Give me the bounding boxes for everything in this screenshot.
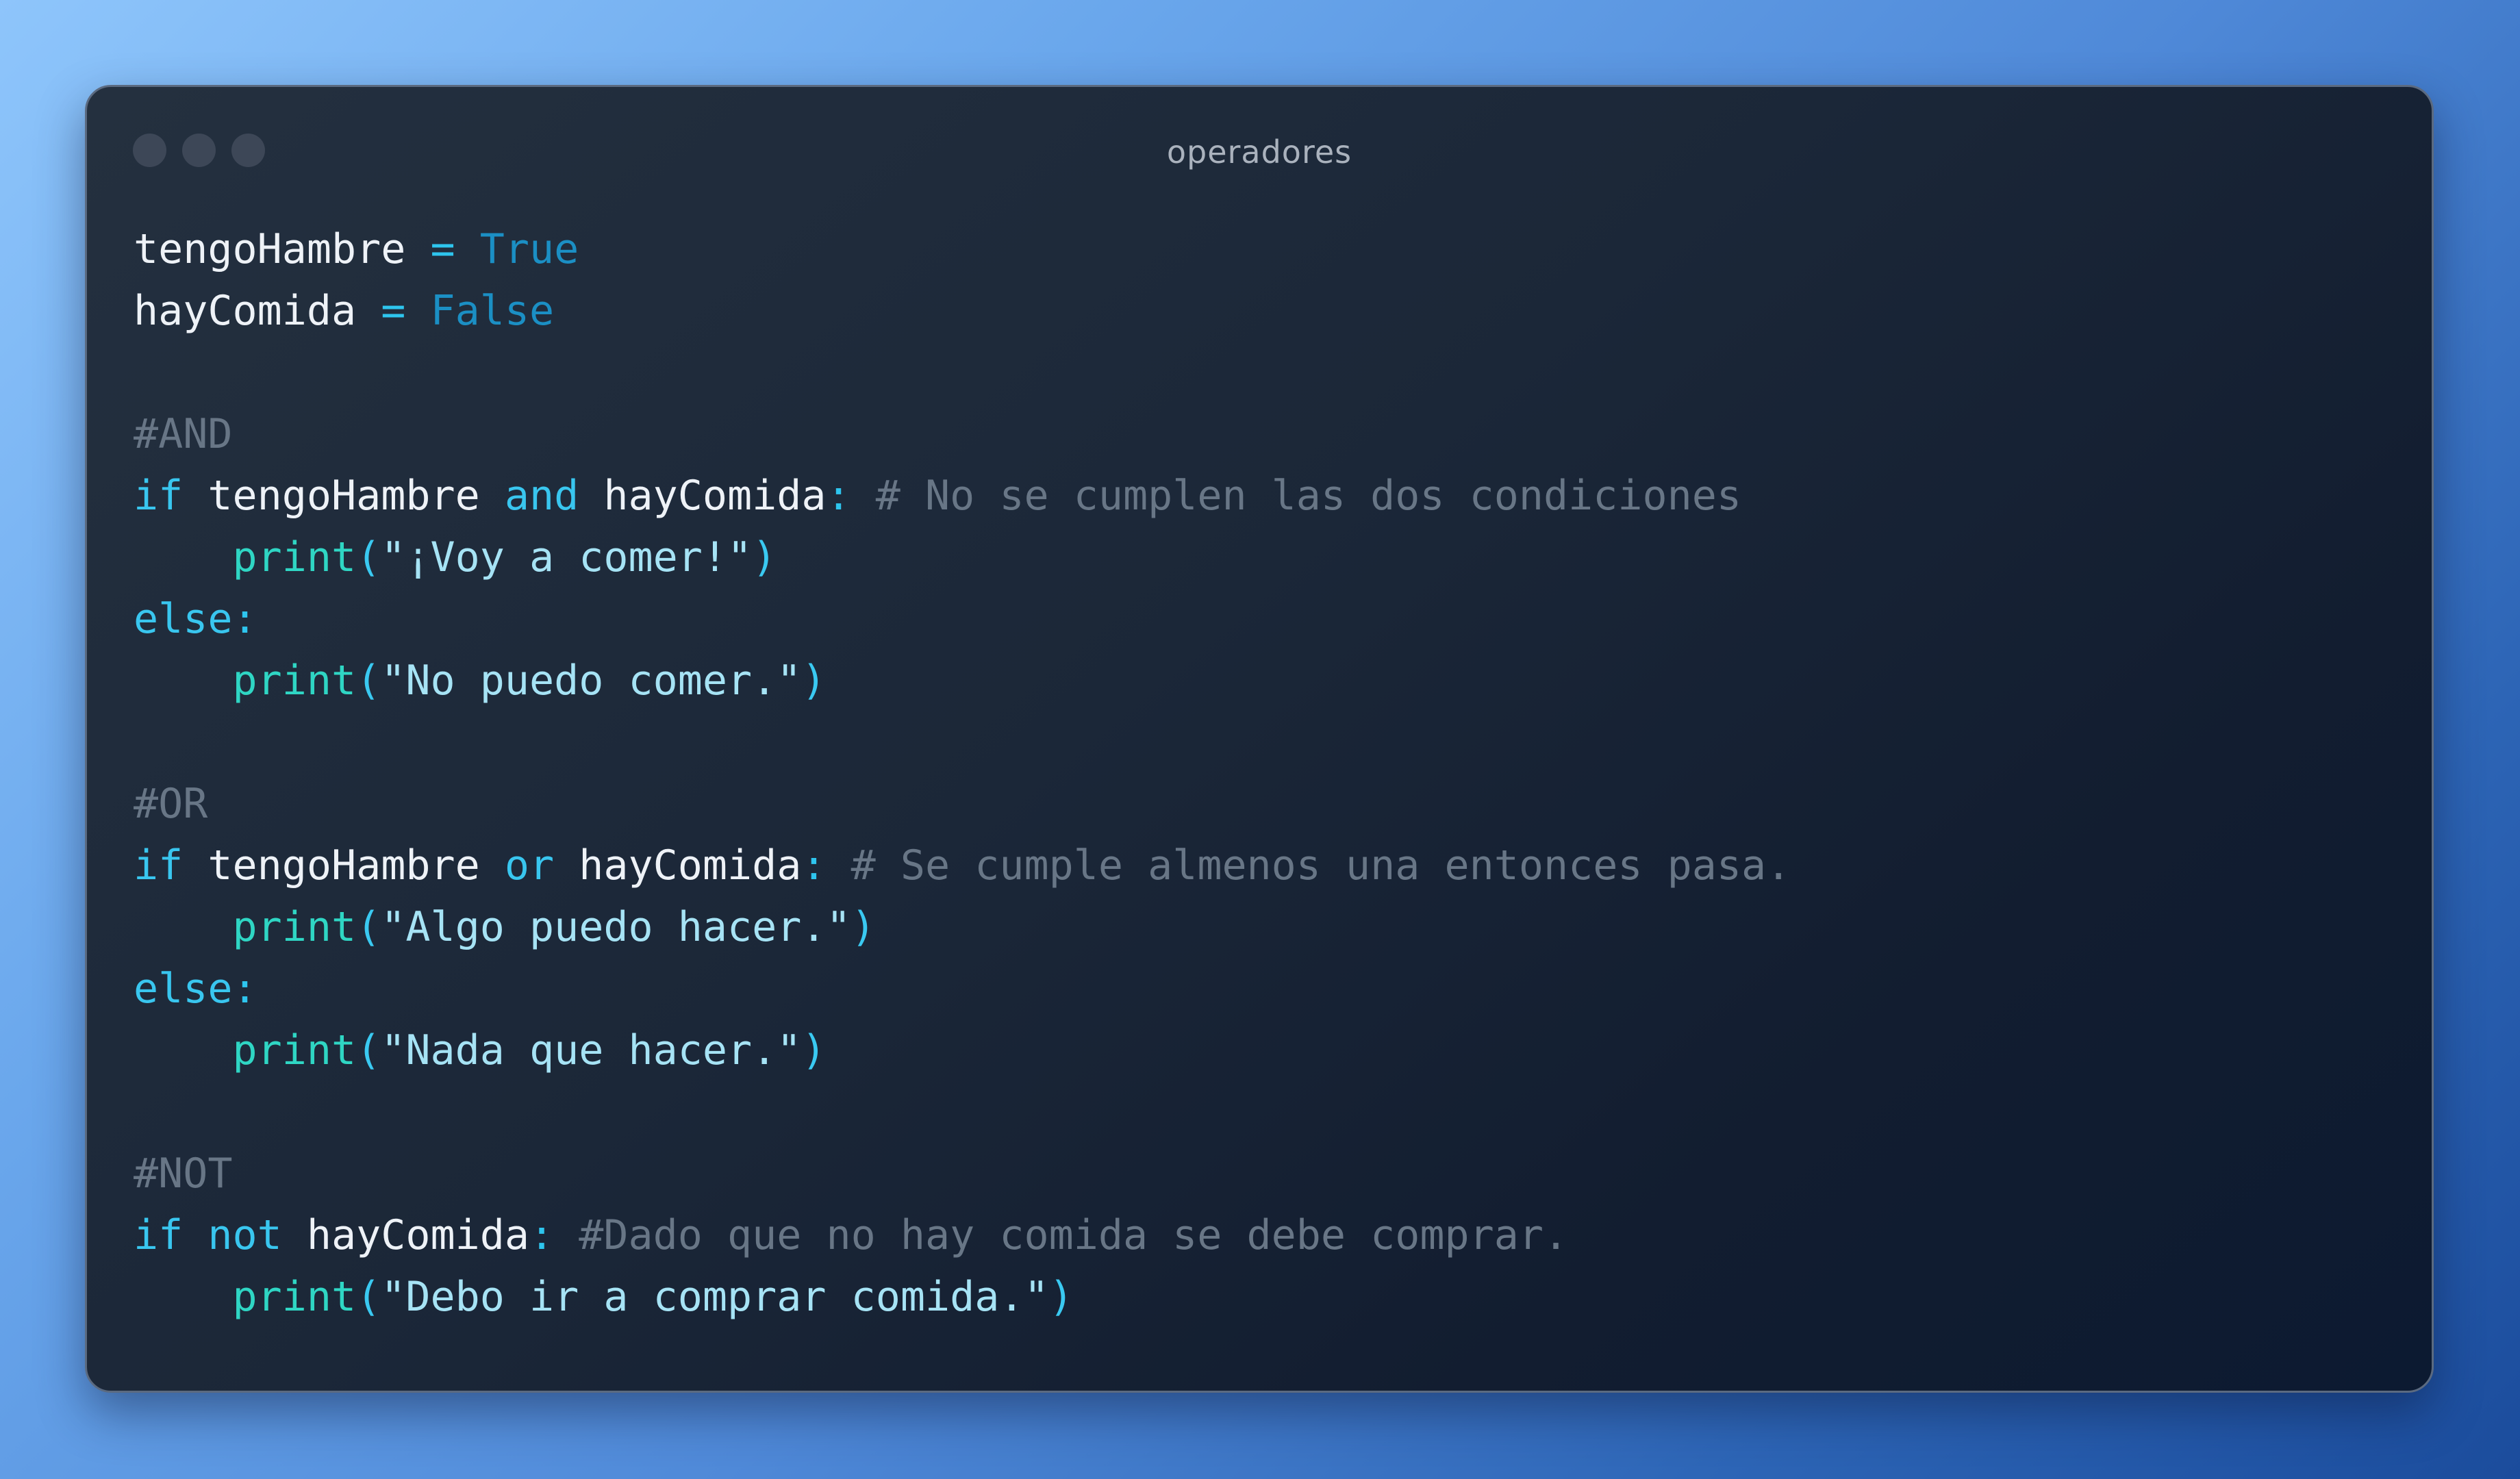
code-token-identifier: [455, 225, 480, 273]
code-token-string-literal: "Nada que hacer.": [381, 1026, 802, 1074]
code-token-comment: #Dado que no hay comida se debe comprar.: [554, 1211, 1569, 1259]
code-token-keyword: or: [504, 842, 555, 889]
code-token-operator: :: [826, 472, 851, 520]
window-titlebar: operadores: [87, 87, 2432, 217]
code-token-identifier: [554, 842, 579, 889]
code-token-operator: :: [529, 1211, 555, 1259]
code-token-keyword: if: [134, 1211, 184, 1259]
code-token-operator: :: [801, 842, 827, 889]
code-line: #OR: [134, 773, 1791, 835]
code-token-identifier: [134, 903, 233, 951]
code-token-string-literal: "No puedo comer.": [381, 657, 802, 705]
code-token-comment: #AND: [134, 410, 233, 458]
code-token-boolean: True: [479, 225, 579, 273]
code-token-identifier: [282, 1211, 307, 1259]
code-token-identifier: [134, 533, 233, 581]
code-token-paren: ): [801, 657, 827, 705]
code-line: print("Debo ir a comprar comida."): [134, 1266, 1791, 1328]
code-token-identifier: [134, 1026, 233, 1074]
code-token-operator: :: [232, 595, 257, 643]
code-line: print("No puedo comer."): [134, 650, 1791, 711]
window-title: operadores: [1166, 134, 1352, 170]
code-token-identifier: [405, 225, 430, 273]
code-token-paren: (: [356, 903, 381, 951]
code-token-boolean: False: [430, 287, 555, 335]
code-token-comment: # No se cumplen las dos condiciones: [850, 472, 1742, 520]
code-line: tengoHambre = True: [134, 218, 1791, 280]
code-token-function-name: print: [232, 1026, 357, 1074]
code-token-paren: (: [356, 1273, 381, 1321]
code-token-identifier: [480, 472, 505, 520]
code-token-identifier: [183, 1211, 207, 1259]
code-line: if tengoHambre and hayComida: # No se cu…: [134, 465, 1791, 527]
code-token-comment: # Se cumple almenos una entonces pasa.: [826, 842, 1791, 889]
code-token-identifier: tengoHambre: [134, 225, 406, 273]
code-token-comment: #NOT: [134, 1150, 233, 1198]
code-token-identifier: [356, 287, 381, 335]
code-line: else:: [134, 588, 1791, 650]
code-token-paren: (: [356, 533, 381, 581]
code-token-keyword: and: [504, 472, 579, 520]
code-line: hayComida = False: [134, 280, 1791, 342]
code-token-string-literal: "Debo ir a comprar comida.": [381, 1273, 1049, 1321]
code-token-paren: ): [752, 533, 777, 581]
code-line: print("Algo puedo hacer."): [134, 896, 1791, 958]
code-token-paren: ): [850, 903, 876, 951]
code-token-keyword: if: [134, 842, 184, 889]
code-block: tengoHambre = True hayComida = False #AND…: [134, 218, 1791, 1328]
code-line: if not hayComida: #Dado que no hay comid…: [134, 1204, 1791, 1266]
code-token-paren: ): [801, 1026, 827, 1074]
code-token-function-name: print: [232, 657, 357, 705]
code-token-identifier: hayComida: [603, 472, 827, 520]
code-token-operator: =: [430, 225, 455, 273]
code-token-function-name: print: [232, 533, 357, 581]
code-token-identifier: tengoHambre: [207, 472, 480, 520]
code-token-identifier: hayComida: [134, 287, 357, 335]
code-token-string-literal: "Algo puedo hacer.": [381, 903, 851, 951]
code-token-identifier: [183, 842, 207, 889]
code-token-paren: ): [1048, 1273, 1074, 1321]
code-token-identifier: hayComida: [579, 842, 802, 889]
code-window: operadores tengoHambre = True hayComida =…: [85, 85, 2434, 1393]
code-token-identifier: [134, 657, 233, 705]
code-token-identifier: [134, 1273, 233, 1321]
code-line: if tengoHambre or hayComida: # Se cumple…: [134, 835, 1791, 896]
code-token-keyword: else: [134, 595, 233, 643]
code-token-function-name: print: [232, 903, 357, 951]
code-token-paren: (: [356, 1026, 381, 1074]
code-token-function-name: print: [232, 1273, 357, 1321]
code-line: #NOT: [134, 1143, 1791, 1204]
code-token-identifier: [579, 472, 603, 520]
code-token-identifier: hayComida: [306, 1211, 529, 1259]
code-token-paren: (: [356, 657, 381, 705]
code-token-keyword: not: [207, 1211, 282, 1259]
code-token-keyword: else: [134, 965, 233, 1013]
code-token-identifier: [183, 472, 207, 520]
code-token-identifier: [405, 287, 430, 335]
code-line: #AND: [134, 403, 1791, 465]
code-token-comment: #OR: [134, 780, 208, 828]
code-token-operator: =: [381, 287, 406, 335]
code-token-keyword: if: [134, 472, 184, 520]
code-token-identifier: [480, 842, 505, 889]
code-token-identifier: tengoHambre: [207, 842, 480, 889]
code-line: print("¡Voy a comer!"): [134, 527, 1791, 588]
code-token-string-literal: "¡Voy a comer!": [381, 533, 753, 581]
code-line: print("Nada que hacer."): [134, 1020, 1791, 1081]
code-token-operator: :: [232, 965, 257, 1013]
code-line: else:: [134, 958, 1791, 1020]
